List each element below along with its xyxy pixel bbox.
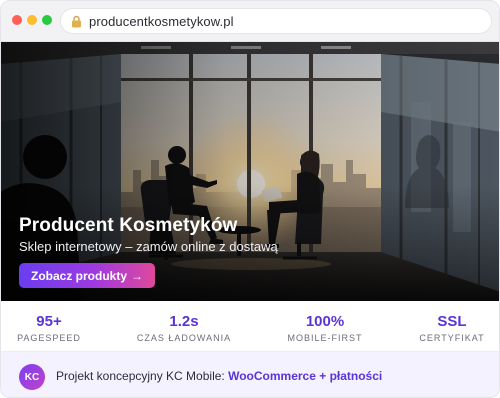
minimize-window-icon[interactable] bbox=[27, 15, 37, 25]
stat-label: CZAS ŁADOWANIA bbox=[136, 333, 232, 343]
footer-bar: KC Projekt koncepcyjny KC Mobile: WooCom… bbox=[1, 352, 499, 397]
address-bar[interactable]: producentkosmetykow.pl bbox=[60, 8, 492, 34]
footer-credit: Projekt koncepcyjny KC Mobile: WooCommer… bbox=[56, 369, 382, 383]
stat-value: 100% bbox=[305, 313, 345, 330]
stat-value: 1.2s bbox=[169, 313, 199, 330]
address-url: producentkosmetykow.pl bbox=[89, 14, 234, 29]
browser-toolbar: producentkosmetykow.pl bbox=[1, 1, 499, 42]
stat-value: 95+ bbox=[36, 313, 62, 330]
hero-banner: Producent Kosmetyków Sklep internetowy –… bbox=[1, 42, 499, 301]
maximize-window-icon[interactable] bbox=[42, 15, 52, 25]
stat-pagespeed: 95+ PAGESPEED bbox=[1, 313, 104, 343]
stat-value: SSL bbox=[437, 313, 467, 330]
stat-ssl: SSL CERTYFIKAT bbox=[397, 313, 499, 343]
view-products-button[interactable]: Zobacz produkty → bbox=[19, 263, 155, 288]
stat-label: CERTYFIKAT bbox=[419, 333, 485, 343]
kc-logo-badge: KC bbox=[19, 364, 45, 390]
footer-credit-link[interactable]: WooCommerce + płatności bbox=[228, 369, 382, 383]
view-products-label: Zobacz produkty bbox=[30, 268, 127, 283]
stats-bar: 95+ PAGESPEED 1.2s CZAS ŁADOWANIA 100% M… bbox=[1, 301, 499, 352]
hero-subtitle: Sklep internetowy – zamów online z dosta… bbox=[19, 239, 278, 254]
browser-window: producentkosmetykow.pl Producent Kosmety… bbox=[0, 0, 500, 398]
stat-load-time: 1.2s CZAS ŁADOWANIA bbox=[129, 313, 239, 343]
close-window-icon[interactable] bbox=[12, 15, 22, 25]
lock-icon bbox=[72, 15, 81, 28]
footer-credit-text: Projekt koncepcyjny KC Mobile: bbox=[56, 369, 225, 383]
stat-label: PAGESPEED bbox=[17, 333, 81, 343]
arrow-right-icon: → bbox=[131, 268, 143, 283]
hero-title: Producent Kosmetyków bbox=[19, 215, 238, 236]
stat-mobile-first: 100% MOBILE-FIRST bbox=[270, 313, 380, 343]
stat-label: MOBILE-FIRST bbox=[287, 333, 363, 343]
